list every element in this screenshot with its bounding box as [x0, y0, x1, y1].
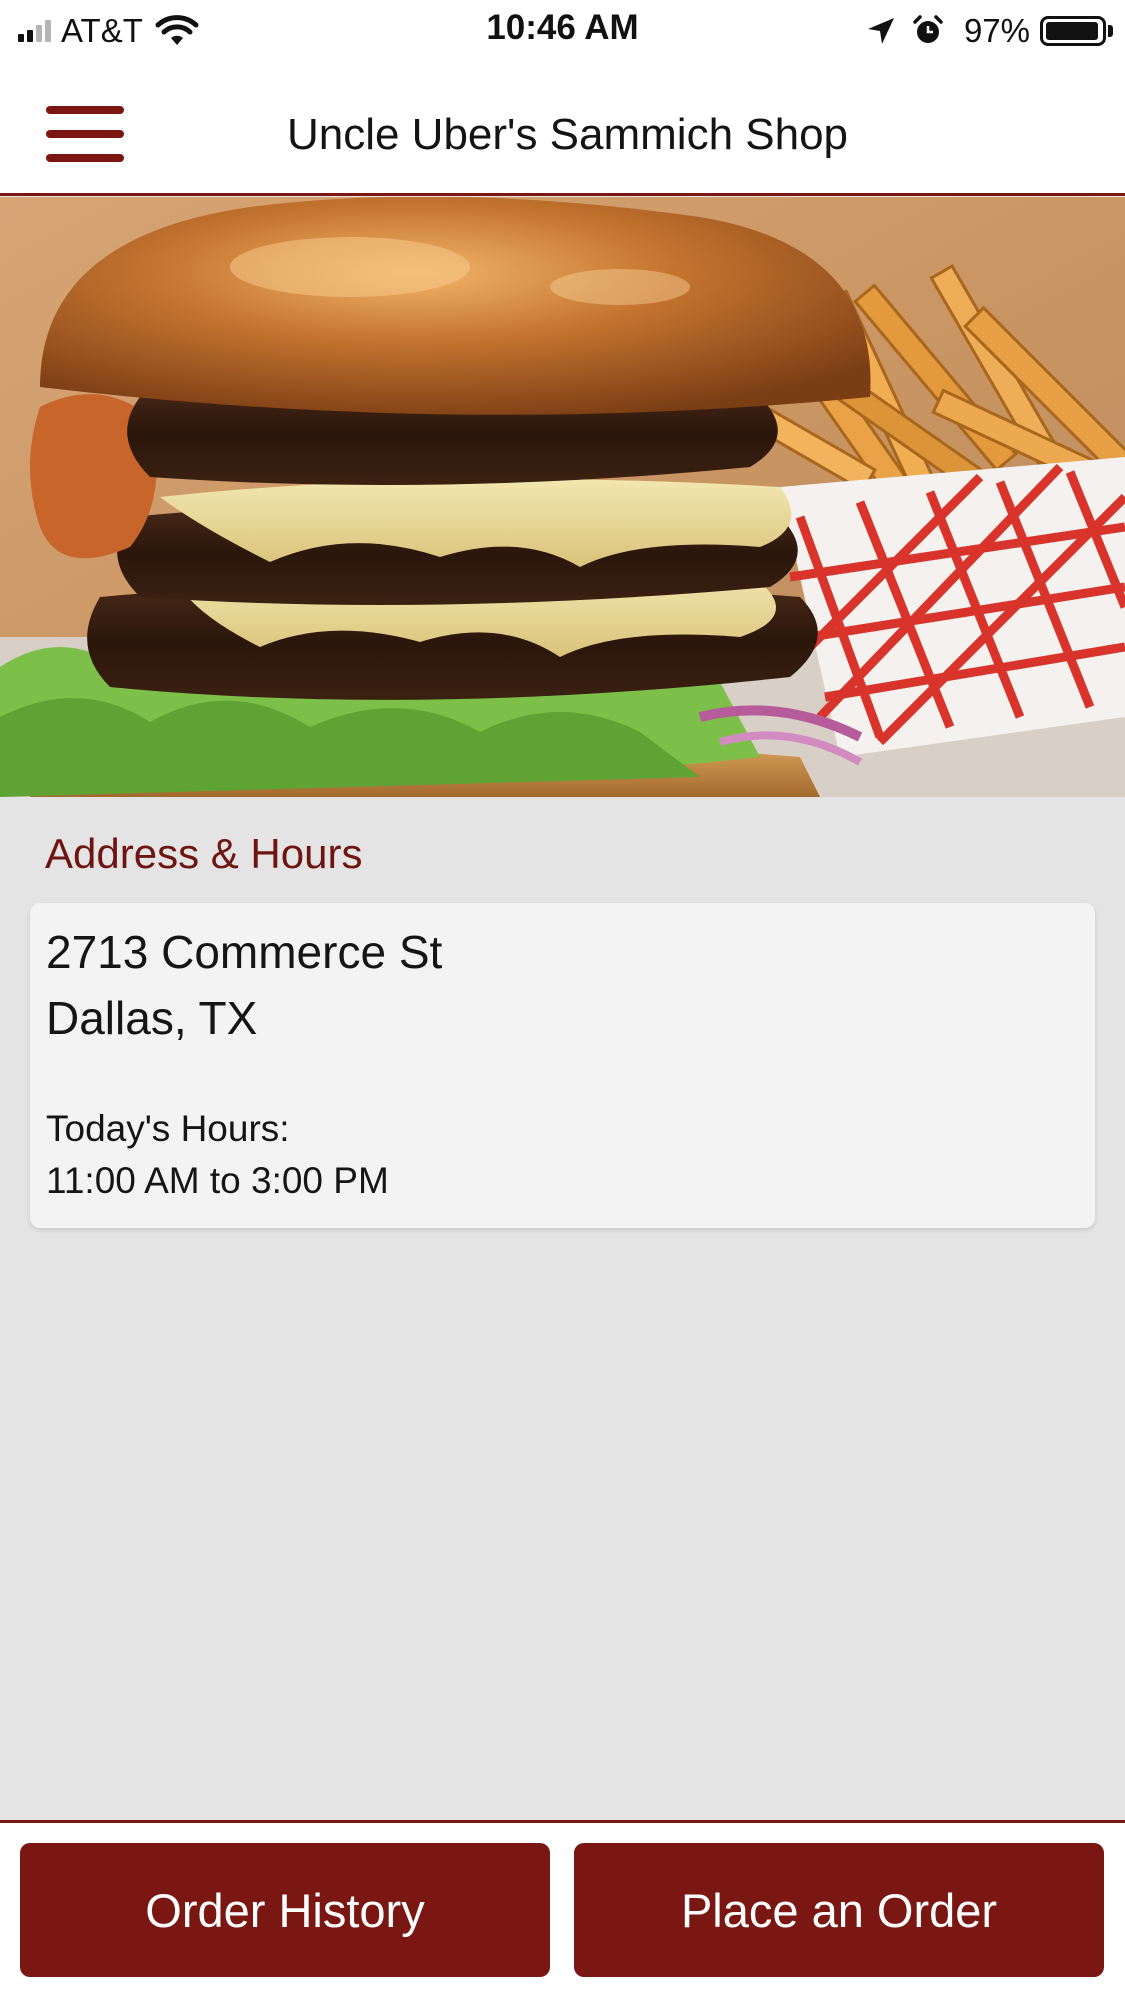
alarm-icon: [913, 15, 943, 43]
battery-tip: [1108, 25, 1113, 37]
order-history-button[interactable]: Order History: [20, 1843, 550, 1977]
section-title-address-hours: Address & Hours: [45, 830, 363, 877]
hero-image: [0, 197, 1125, 797]
place-order-button[interactable]: Place an Order: [574, 1843, 1104, 1977]
burger-and-fries-photo: [0, 197, 1125, 797]
page-title: Uncle Uber's Sammich Shop: [286, 110, 849, 159]
battery-percent: 97%: [963, 12, 1030, 49]
status-bar: AT&T 10:46 AM 97%: [0, 0, 1125, 62]
nav-bar: Uncle Uber's Sammich Shop: [0, 62, 1125, 196]
location-arrow-icon: [867, 18, 894, 44]
address-hours-card: 2713 Commerce St Dallas, TX Today's Hour…: [30, 903, 1095, 1228]
address-line-1: 2713 Commerce St: [46, 926, 443, 978]
status-right: 97%: [866, 10, 1113, 52]
battery-icon: [1040, 16, 1106, 46]
hours-value: 11:00 AM to 3:00 PM: [46, 1160, 389, 1201]
address-line-2: Dallas, TX: [46, 992, 258, 1044]
bottom-action-bar: Order History Place an Order: [0, 1820, 1125, 2001]
hours-label: Today's Hours:: [46, 1108, 290, 1149]
